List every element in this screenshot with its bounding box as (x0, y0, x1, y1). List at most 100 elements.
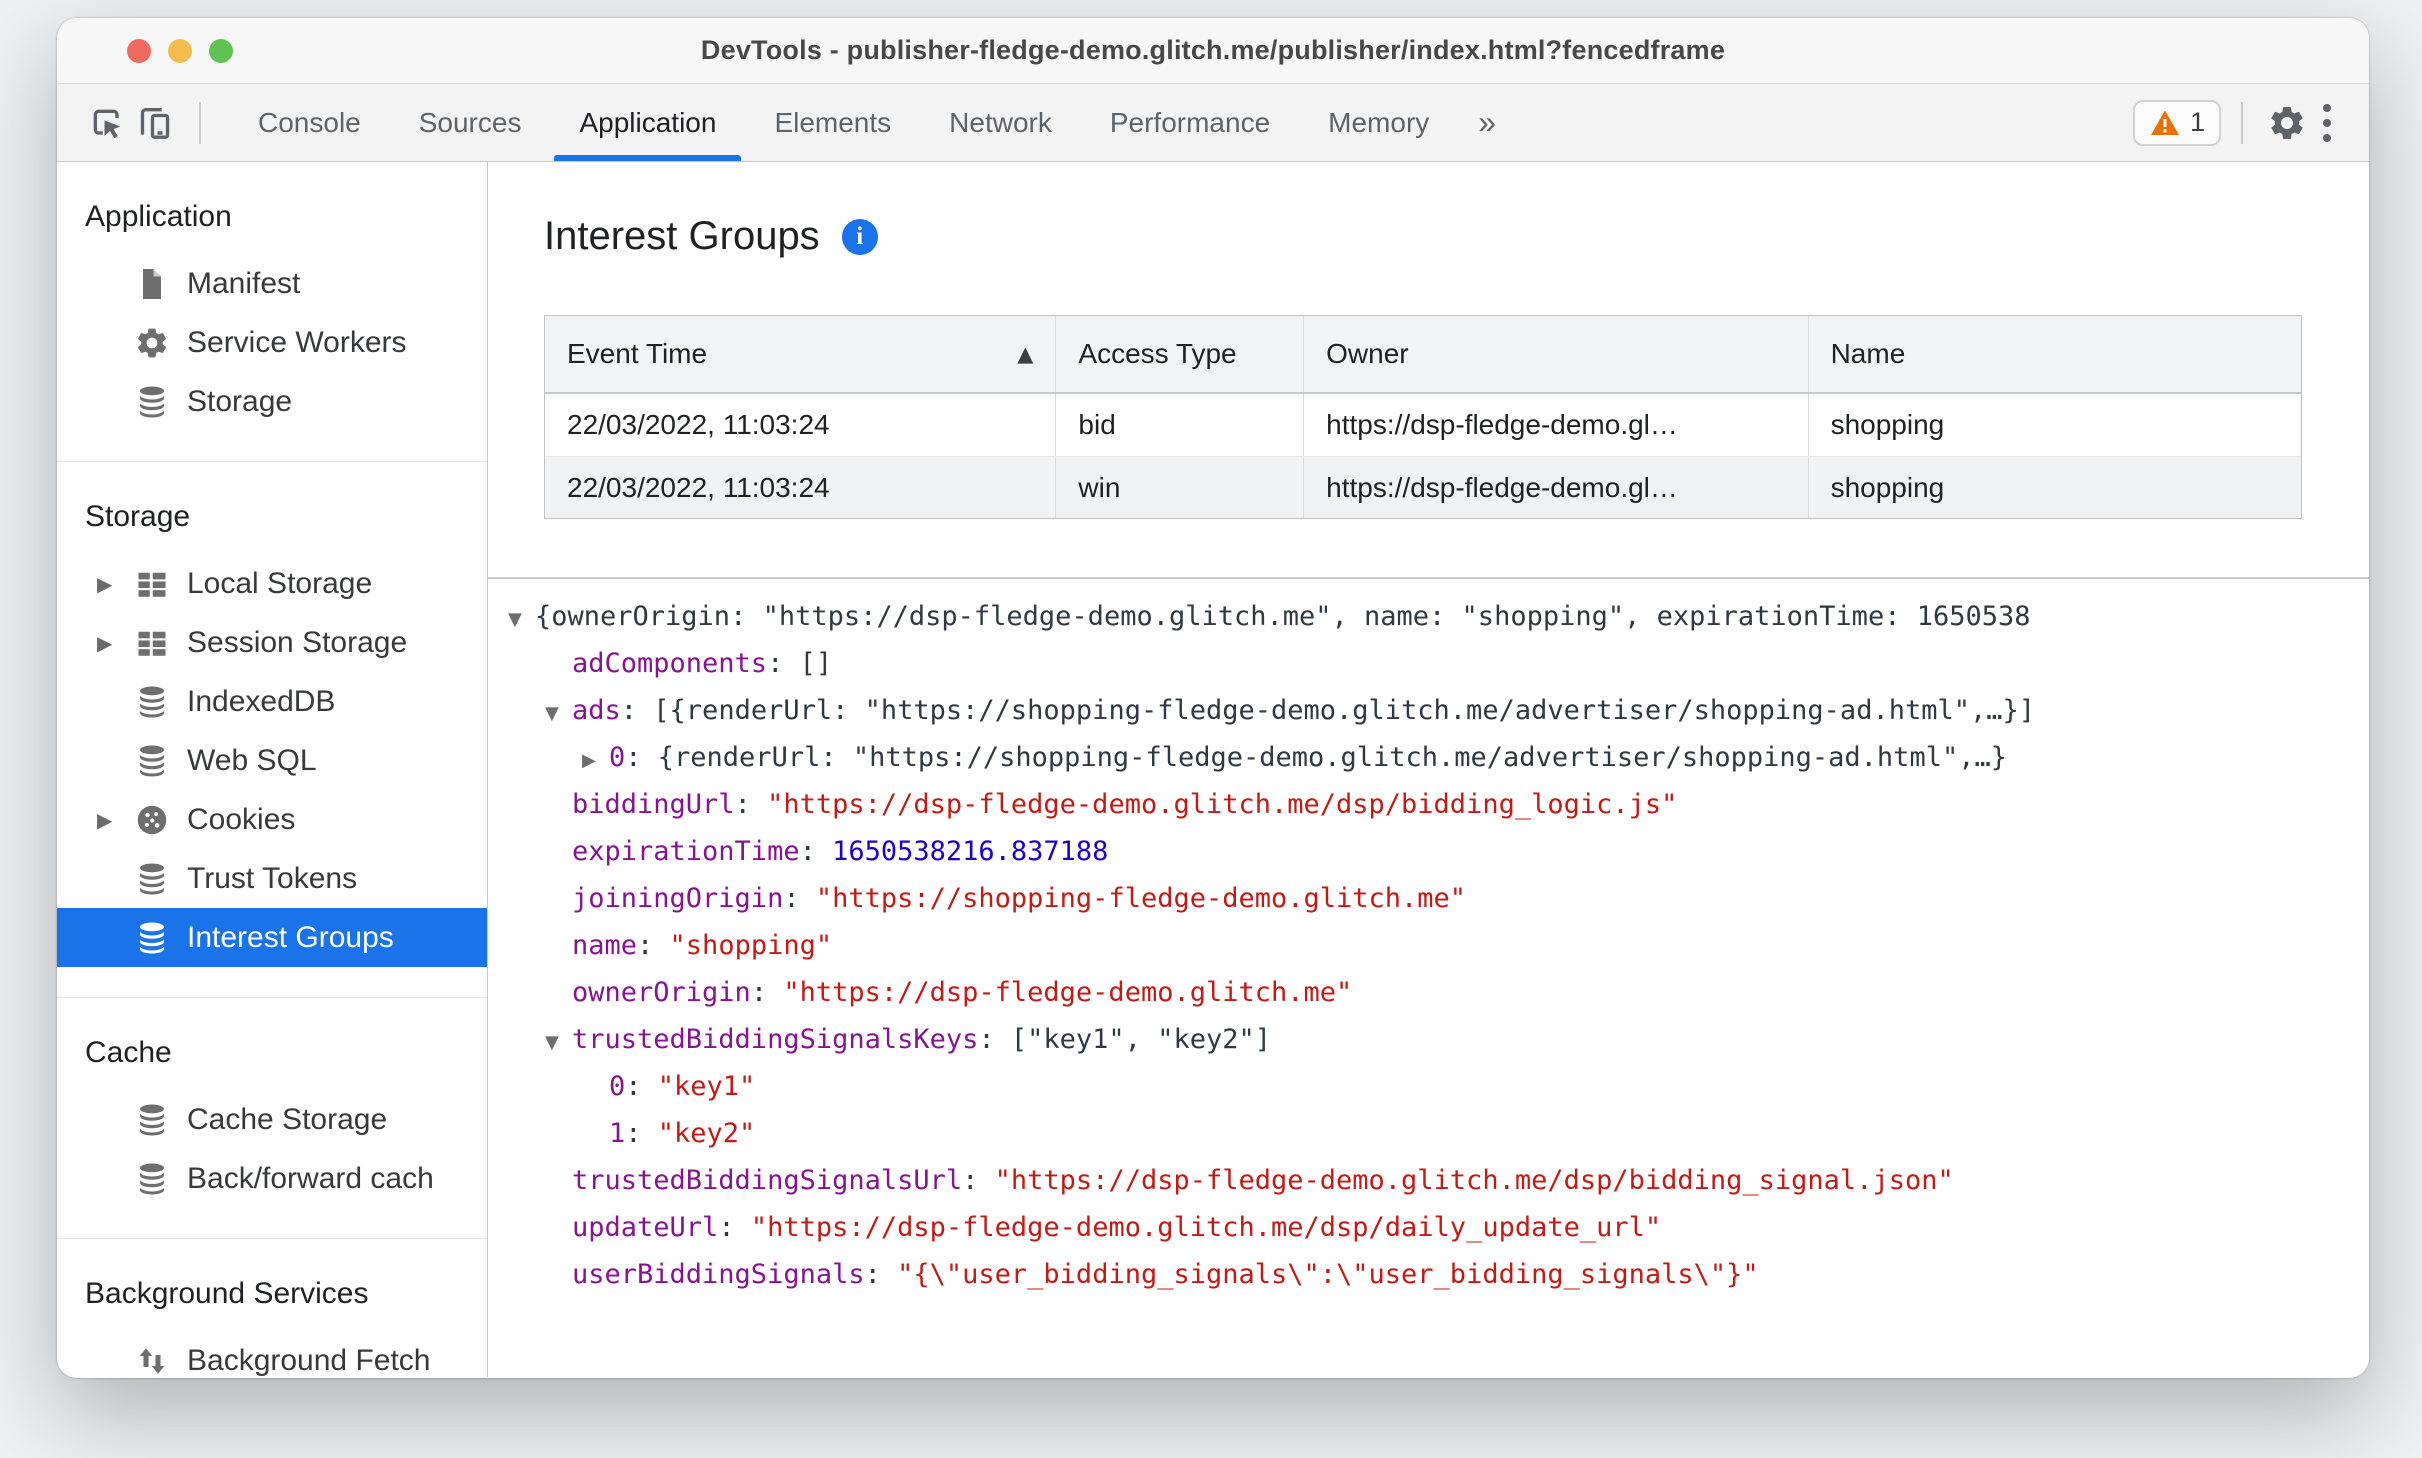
json-key: ads (572, 695, 621, 726)
close-button[interactable] (127, 38, 151, 63)
json-string-value: "https://dsp-fledge-demo.glitch.me/dsp/b… (994, 1165, 1954, 1196)
tree-expander-right-icon[interactable]: ▶ (582, 737, 609, 781)
sidebar-item-web-sql[interactable]: Web SQL (57, 731, 487, 790)
sidebar-item-label: Storage (187, 384, 293, 418)
info-icon[interactable]: i (841, 218, 878, 255)
tab-sources[interactable]: Sources (390, 84, 551, 161)
column-header-name[interactable]: Name (1808, 316, 2302, 392)
sidebar-section-header: Storage (85, 500, 191, 533)
tree-line[interactable]: ▼ ads: [{renderUrl: "https://shopping-fle… (488, 687, 2369, 734)
tab-console[interactable]: Console (229, 84, 390, 161)
expander-triangle-icon[interactable]: ▶ (97, 631, 133, 655)
database-icon (133, 1101, 171, 1139)
sidebar-item-interest-groups[interactable]: Interest Groups (57, 908, 487, 967)
json-string-value: "shopping" (669, 930, 833, 961)
tab-memory[interactable]: Memory (1299, 84, 1458, 161)
tab-performance[interactable]: Performance (1081, 84, 1299, 161)
tab-application[interactable]: Application (550, 84, 745, 161)
json-string-value: "key1" (657, 1071, 756, 1102)
tree-line[interactable]: biddingUrl: "https://dsp-fledge-demo.gli… (488, 781, 2369, 828)
json-key: 1 (609, 1118, 626, 1149)
sidebar-item-label: Back/forward cach (187, 1161, 434, 1195)
table-cell: 22/03/2022, 11:03:24 (545, 394, 1057, 456)
sidebar-item-trust-tokens[interactable]: Trust Tokens (57, 849, 487, 908)
inspect-cursor-icon[interactable] (83, 99, 131, 147)
sidebar-item-indexeddb[interactable]: IndexedDB (57, 672, 487, 731)
sidebar-item-session-storage[interactable]: ▶ Session Storage (57, 613, 487, 672)
sidebar-item-label: Web SQL (187, 743, 317, 777)
json-string-value: "https://shopping-fledge-demo.glitch.me" (815, 883, 1467, 914)
more-menu-icon[interactable] (2311, 103, 2343, 142)
tab-network[interactable]: Network (920, 84, 1081, 161)
sidebar-item-label: IndexedDB (187, 684, 336, 718)
json-key: ownerOrigin (572, 977, 751, 1008)
column-header-event-time[interactable]: Event Time ▲ (545, 316, 1057, 392)
sidebar-item-label: Cache Storage (187, 1102, 388, 1136)
expander-triangle-icon[interactable]: ▶ (97, 572, 133, 596)
tree-line[interactable]: name: "shopping" (488, 922, 2369, 969)
json-key: trustedBiddingSignalsKeys (572, 1024, 979, 1055)
sidebar-item-service-workers[interactable]: Service Workers (57, 313, 487, 372)
page-title: Interest Groups (544, 214, 820, 258)
tab-elements[interactable]: Elements (745, 84, 920, 161)
column-header-owner[interactable]: Owner (1304, 316, 1809, 392)
table-row[interactable]: 22/03/2022, 11:03:24 win https://dsp-fledg… (545, 456, 2301, 518)
tree-expander-down-icon[interactable]: ▼ (545, 690, 572, 734)
column-header-label: Event Time (567, 338, 708, 369)
device-toolbar-icon[interactable] (131, 99, 179, 147)
json-preview-text: : {renderUrl: "https://shopping-fledge-d… (625, 742, 2007, 773)
tree-line[interactable]: joiningOrigin: "https://shopping-fledge-… (488, 875, 2369, 922)
database-icon (133, 1160, 171, 1198)
zoom-button[interactable] (209, 38, 233, 63)
devtools-toolbar: Console Sources Application Elements Network… (57, 84, 2369, 162)
sidebar-item-manifest[interactable]: Manifest (57, 254, 487, 313)
sidebar-item-label: Trust Tokens (187, 861, 358, 895)
toolbar-separator (199, 101, 201, 144)
tree-line[interactable]: 0: "key1" (488, 1063, 2369, 1110)
sidebar-item-storage[interactable]: Storage (57, 372, 487, 431)
interest-groups-table: Event Time ▲ Access Type Owner Name 22/03/202… (544, 315, 2302, 519)
table-icon (133, 565, 171, 603)
json-string-value: "https://dsp-fledge-demo.glitch.me" (783, 977, 1353, 1008)
titlebar[interactable]: DevTools - publisher-fledge-demo.glitch.… (57, 18, 2369, 84)
tree-line[interactable]: adComponents: [] (488, 640, 2369, 687)
tree-expander-down-icon[interactable]: ▼ (545, 1019, 572, 1063)
json-string-value: "https://dsp-fledge-demo.glitch.me/dsp/b… (767, 789, 1678, 820)
expander-triangle-icon[interactable]: ▶ (97, 808, 133, 832)
table-header-row: Event Time ▲ Access Type Owner Name (545, 316, 2302, 394)
json-preview-text: : [{renderUrl: "https://shopping-fledge-… (620, 695, 2035, 726)
settings-gear-icon[interactable] (2263, 99, 2311, 147)
sidebar-item-label: Background Fetch (187, 1343, 431, 1377)
tree-line[interactable]: trustedBiddingSignalsUrl: "https://dsp-f… (488, 1157, 2369, 1204)
tree-line[interactable]: 1: "key2" (488, 1110, 2369, 1157)
column-header-label: Name (1830, 338, 1906, 369)
sidebar-item-cache-storage[interactable]: Cache Storage (57, 1090, 487, 1149)
tree-line[interactable]: ownerOrigin: "https://dsp-fledge-demo.gl… (488, 969, 2369, 1016)
column-header-label: Access Type (1078, 338, 1237, 369)
column-header-access-type[interactable]: Access Type (1056, 316, 1305, 392)
minimize-button[interactable] (168, 38, 192, 63)
sidebar-item-cookies[interactable]: ▶ Cookies (57, 790, 487, 849)
interest-groups-panel: Interest Groups i Event Time ▲ Access Type… (488, 162, 2369, 1377)
table-icon (133, 624, 171, 662)
more-tabs-button[interactable]: » (1458, 104, 1516, 141)
tree-line[interactable]: userBiddingSignals: "{\"user_bidding_sig… (488, 1251, 2369, 1298)
tree-line[interactable]: ▶ 0: {renderUrl: "https://shopping-fledge… (488, 734, 2369, 781)
tree-line[interactable]: ▼ trustedBiddingSignalsKeys: ["key1", "ke… (488, 1016, 2369, 1063)
sidebar-section-cache: Cache Cache Storage Back/forward cach (57, 998, 487, 1239)
sidebar-section-background-services: Background Services Background Fetch (57, 1239, 487, 1377)
sidebar-item-local-storage[interactable]: ▶ Local Storage (57, 554, 487, 613)
json-preview-text: : (750, 977, 784, 1008)
sidebar-section-header: Background Services (85, 1277, 369, 1310)
json-key: biddingUrl (572, 789, 735, 820)
sidebar-item-background-fetch[interactable]: Background Fetch (57, 1331, 487, 1377)
tree-line[interactable]: ▼ {ownerOrigin: "https://dsp-fledge-demo.… (488, 593, 2369, 640)
json-preview-text: : ["key1", "key2"] (978, 1024, 1271, 1055)
json-string-value: "key2" (657, 1118, 756, 1149)
table-row[interactable]: 22/03/2022, 11:03:24 bid https://dsp-fledg… (545, 394, 2301, 456)
tree-expander-down-icon[interactable]: ▼ (508, 596, 535, 640)
issues-warning-badge[interactable]: 1 (2132, 99, 2221, 146)
sidebar-item-back-forward-cach[interactable]: Back/forward cach (57, 1149, 487, 1208)
tree-line[interactable]: updateUrl: "https://dsp-fledge-demo.glit… (488, 1204, 2369, 1251)
tree-line[interactable]: expirationTime: 1650538216.837188 (488, 828, 2369, 875)
